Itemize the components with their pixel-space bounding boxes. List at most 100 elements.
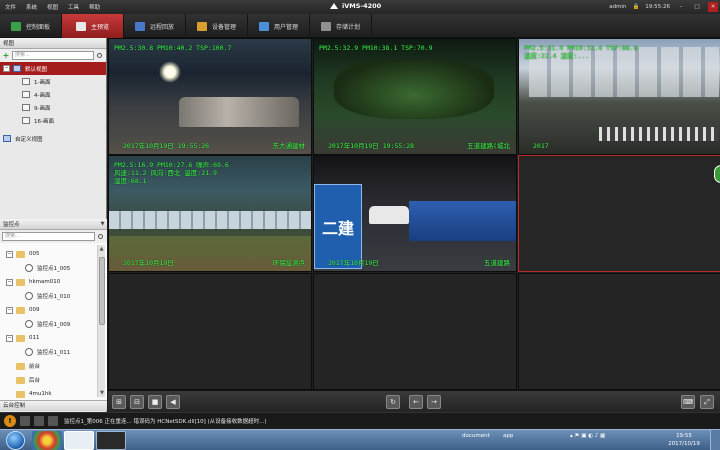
tray-label-document[interactable]: document <box>462 433 490 439</box>
search-icon[interactable] <box>95 51 104 60</box>
white-car <box>369 206 409 224</box>
video-cell-6[interactable] <box>518 155 720 272</box>
camera-group[interactable]: − hkmam010 <box>0 275 96 289</box>
user-name[interactable]: admin <box>609 4 626 10</box>
menu-help[interactable]: 帮助 <box>84 3 105 11</box>
video-cell-5[interactable]: 二建 2017年10月19日 五道建路 <box>313 155 517 272</box>
menu-file[interactable]: 文件 <box>0 3 21 11</box>
folder-icon <box>16 376 25 384</box>
menu-tools[interactable]: 工具 <box>63 3 84 11</box>
view-item-1[interactable]: 1-画面 <box>0 75 106 88</box>
window-split-icon[interactable]: ⊟ <box>130 395 144 409</box>
lock-icon[interactable]: 🔒 <box>632 4 639 10</box>
osd-camera-name: 五道建路(城北 <box>467 142 510 150</box>
previous-page-icon[interactable]: ← <box>409 395 423 409</box>
collapse-icon[interactable]: ▼ <box>98 221 107 227</box>
menu-system[interactable]: 系统 <box>21 3 42 11</box>
osd-overlay-osd1: PM2.5:30.8 PM10:40.2 TSP:100.7 <box>114 44 232 52</box>
camera-item[interactable]: 监控点1_010 <box>0 289 96 303</box>
view-item-5[interactable]: 自定义视图 <box>0 132 106 145</box>
app-title: iVMS-4200 <box>330 2 381 10</box>
layout-select-icon[interactable]: ⊞ <box>112 395 126 409</box>
camera-item[interactable]: 监控点1_009 <box>0 317 96 331</box>
osd-timestamp: 2017年10月19日 19:55:26 <box>123 142 210 150</box>
folder-icon <box>16 390 25 398</box>
video-cell-4[interactable]: PM2.5:16.9 PM10:27.6 噪声:69.6 风速:11.2 风向:西… <box>108 155 312 272</box>
camera-search-input[interactable]: 搜索... <box>2 232 95 241</box>
video-cell-empty[interactable] <box>518 273 720 390</box>
menu-view[interactable]: 视图 <box>42 3 63 11</box>
keyboard-icon[interactable]: ⌨ <box>681 395 695 409</box>
fullscreen-icon[interactable]: ⤢ <box>700 395 714 409</box>
tab-1[interactable]: 主预览 <box>62 14 124 38</box>
collapse-icon[interactable]: − <box>6 334 13 342</box>
tab-icon <box>134 21 145 31</box>
alarm-icon[interactable] <box>20 416 30 426</box>
camera-item[interactable]: 监控点1_005 <box>0 261 96 275</box>
view-item-2[interactable]: 4-画面 <box>0 88 106 101</box>
search-icon[interactable] <box>96 232 105 241</box>
folder-icon <box>16 362 25 370</box>
side-dock-icon[interactable] <box>714 165 720 183</box>
chrome-taskbar-icon[interactable] <box>32 431 62 450</box>
tab-4[interactable]: 用户管理 <box>248 14 310 38</box>
refresh-icon[interactable]: ↻ <box>386 395 400 409</box>
explorer-taskbar-icon[interactable] <box>64 431 94 450</box>
show-desktop-button[interactable] <box>710 430 720 450</box>
tab-0[interactable]: 控制面板 <box>0 14 62 38</box>
tab-2[interactable]: 远程回放 <box>124 14 186 38</box>
minimize-button[interactable]: – <box>676 2 686 12</box>
collapse-icon[interactable]: − <box>3 65 10 72</box>
camera-group[interactable]: − 011 <box>0 331 96 345</box>
video-cell-3[interactable]: PM2.5:31.4 PM10:32.4 TSP:88.8 温度:22.4 湿度:… <box>518 38 720 155</box>
tray-label-app[interactable]: app <box>503 433 513 439</box>
camera-group[interactable]: 前台 <box>0 359 96 373</box>
collapse-icon[interactable]: − <box>6 278 13 286</box>
video-cell-2[interactable]: PM2.5:32.9 PM10:38.1 TSP:70.9 2017年10月19日… <box>313 38 517 155</box>
ptz-panel-header[interactable]: 云台控制 <box>0 400 107 411</box>
camera-tree-scrollbar[interactable]: ▲ ▼ <box>97 245 105 397</box>
view-search-input[interactable]: 搜索... <box>12 51 94 60</box>
view-item-label: 16-画面 <box>34 118 54 125</box>
maximize-button[interactable]: □ <box>692 2 702 12</box>
camera-icon <box>25 292 33 300</box>
stop-all-icon[interactable]: ■ <box>148 395 162 409</box>
view-icon <box>13 65 21 72</box>
close-button[interactable]: ✕ <box>708 2 718 12</box>
scroll-down-icon[interactable]: ▼ <box>98 389 106 397</box>
video-cell-1[interactable]: PM2.5:30.8 PM10:40.2 TSP:100.7 2017年10月19… <box>108 38 312 155</box>
start-button[interactable] <box>6 431 25 450</box>
camera-group[interactable]: − 009 <box>0 303 96 317</box>
ivms-taskbar-icon[interactable] <box>96 431 126 450</box>
add-view-icon[interactable]: + <box>2 51 10 60</box>
log-icon[interactable] <box>48 416 58 426</box>
camera-group[interactable]: − 005 <box>0 247 96 261</box>
collapse-icon[interactable]: − <box>6 250 13 258</box>
camera-tree-label: 005 <box>29 251 40 257</box>
audio-icon[interactable]: ◀ <box>166 395 180 409</box>
camera-icon <box>25 320 33 328</box>
camera-tree-label: 监控点1_009 <box>37 322 71 328</box>
scroll-thumb[interactable] <box>99 257 105 325</box>
view-item-0[interactable]: − 默认视图 <box>0 62 106 75</box>
collapse-icon[interactable]: − <box>6 306 13 314</box>
warning-icon[interactable]: ! <box>4 415 16 427</box>
tab-icon <box>320 21 331 31</box>
scroll-up-icon[interactable]: ▲ <box>98 245 105 253</box>
tab-3[interactable]: 设备管理 <box>186 14 248 38</box>
view-item-3[interactable]: 9-画面 <box>0 101 106 114</box>
view-item-label: 9-画面 <box>34 105 51 112</box>
camera-tree-label: 前台 <box>29 364 41 370</box>
folder-icon <box>16 306 25 314</box>
camera-item[interactable]: 监控点1_011 <box>0 345 96 359</box>
video-cell-empty[interactable] <box>313 273 517 390</box>
message-icon[interactable] <box>34 416 44 426</box>
taskbar-clock[interactable]: 19:55 2017/10/19 <box>664 432 704 448</box>
view-item-4[interactable]: 16-画面 <box>0 114 106 127</box>
next-page-icon[interactable]: → <box>427 395 441 409</box>
tab-5[interactable]: 存储计划 <box>310 14 372 38</box>
tray-icons[interactable]: ▴ ⚑ ▣ ◐ ♪ ▦ <box>570 433 605 439</box>
video-cell-empty[interactable] <box>108 273 312 390</box>
camera-group[interactable]: 后台 <box>0 373 96 387</box>
camera-group[interactable]: 4mu1hk <box>0 387 96 401</box>
